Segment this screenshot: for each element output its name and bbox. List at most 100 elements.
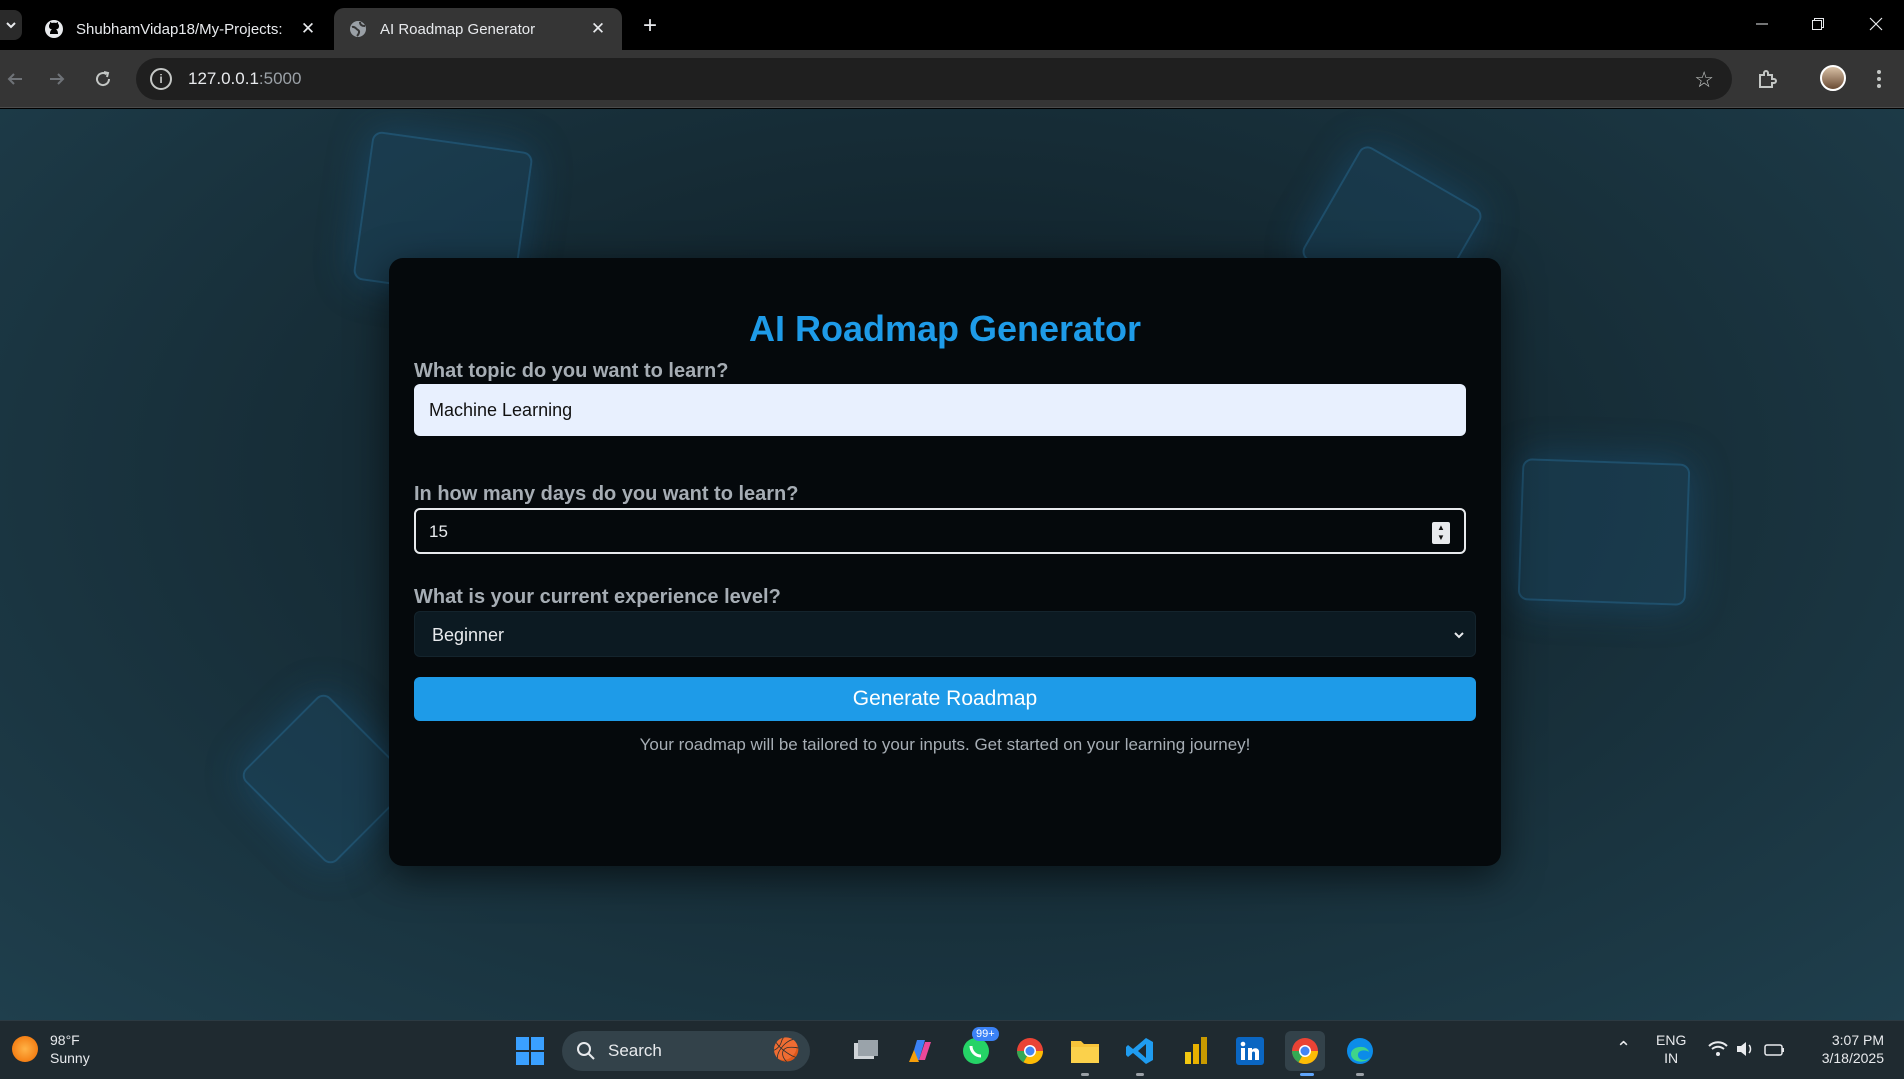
restore-button[interactable]: [1790, 0, 1846, 48]
address-bar[interactable]: i 127.0.0.1:5000 ☆: [136, 58, 1732, 100]
close-icon: [1869, 17, 1883, 31]
chrome-profile-app[interactable]: [1285, 1031, 1325, 1071]
close-icon[interactable]: ✕: [298, 19, 318, 39]
arrow-right-icon: [50, 73, 65, 85]
taskbar-search[interactable]: Search 🏀: [562, 1031, 810, 1071]
running-indicator: [1136, 1073, 1144, 1076]
browser-toolbar: i 127.0.0.1:5000 ☆: [0, 50, 1904, 108]
tab-strip: ShubhamVidap18/My-Projects: ✕ AI Roadmap…: [0, 0, 1904, 50]
task-view-icon: [854, 1040, 878, 1059]
new-tab-button[interactable]: +: [636, 12, 664, 40]
vscode-icon: [1126, 1038, 1153, 1064]
whatsapp-app[interactable]: 99+: [956, 1027, 999, 1071]
page-title: AI Roadmap Generator: [748, 308, 1142, 349]
copilot-icon: [909, 1040, 931, 1062]
number-stepper[interactable]: ▲ ▼: [1432, 522, 1450, 544]
clock[interactable]: 3:07 PM 3/18/2025: [1808, 1031, 1884, 1067]
linkedin-icon: [1236, 1037, 1264, 1065]
topic-input[interactable]: Machine Learning: [414, 384, 1466, 436]
reload-button[interactable]: [88, 64, 118, 94]
days-input[interactable]: 15 ▲ ▼: [414, 508, 1466, 554]
copilot-app[interactable]: [900, 1031, 940, 1071]
battery-icon: [1764, 1044, 1784, 1056]
puzzle-icon: [1759, 70, 1777, 88]
clock-time: 3:07 PM: [1831, 1032, 1884, 1048]
globe-icon: [350, 21, 366, 37]
powerbi-app[interactable]: [1176, 1031, 1216, 1071]
menu-button[interactable]: [1864, 64, 1894, 94]
volume-icon[interactable]: [1736, 1041, 1756, 1061]
generate-roadmap-button[interactable]: Generate Roadmap: [414, 677, 1476, 721]
bookmark-star-icon[interactable]: ☆: [1694, 67, 1714, 93]
search-highlight-icon: 🏀: [772, 1037, 800, 1062]
sun-icon: [12, 1036, 38, 1062]
weather-desc: Sunny: [50, 1050, 90, 1066]
arrow-left-icon: [7, 73, 22, 85]
page-viewport: AI Roadmap Generator What topic do you w…: [0, 109, 1904, 1020]
language-code: ENG: [1656, 1032, 1687, 1048]
running-indicator: [1356, 1073, 1364, 1076]
minimize-icon: [1756, 23, 1768, 25]
forward-button[interactable]: [42, 64, 72, 94]
speaker-icon: [1737, 1042, 1752, 1056]
stepper-up-icon[interactable]: ▲: [1437, 523, 1445, 533]
chevron-down-icon: [6, 22, 16, 29]
file-explorer-app[interactable]: [1065, 1031, 1105, 1071]
chrome-icon: [1016, 1038, 1044, 1065]
wifi-icon: [1708, 1041, 1728, 1056]
level-label: What is your current experience level?: [414, 586, 781, 608]
powerbi-icon: [1185, 1037, 1207, 1064]
vscode-app[interactable]: [1120, 1031, 1160, 1071]
days-label: In how many days do you want to learn?: [414, 483, 799, 505]
start-button[interactable]: [510, 1031, 550, 1071]
tab-title: AI Roadmap Generator: [380, 20, 536, 38]
helper-note: Your roadmap will be tailored to your in…: [639, 735, 1251, 754]
more-vert-icon: [1877, 70, 1881, 88]
wifi-icon[interactable]: [1708, 1041, 1728, 1061]
chevron-down-icon: [1454, 632, 1464, 639]
close-window-button[interactable]: [1848, 0, 1904, 48]
level-value: Beginner: [432, 625, 505, 645]
windows-logo-icon: [516, 1037, 544, 1065]
tab-ai-roadmap[interactable]: AI Roadmap Generator ✕: [334, 8, 622, 50]
clock-date: 3/18/2025: [1821, 1050, 1884, 1066]
restore-icon: [1812, 18, 1824, 30]
github-icon: [45, 20, 63, 38]
region-code: IN: [1664, 1050, 1679, 1066]
notification-badge: 99+: [972, 1027, 999, 1041]
running-indicator: [1081, 1073, 1089, 1076]
extensions-button[interactable]: [1752, 64, 1782, 94]
topic-label: What topic do you want to learn?: [414, 360, 729, 382]
minimize-button[interactable]: [1734, 0, 1790, 48]
tab-search-button[interactable]: [0, 10, 22, 40]
tab-github[interactable]: ShubhamVidap18/My-Projects: ✕: [30, 8, 332, 50]
chrome-app[interactable]: [1010, 1031, 1050, 1071]
language-indicator[interactable]: ENG IN: [1656, 1031, 1686, 1067]
task-view-button[interactable]: [846, 1031, 886, 1071]
edge-icon: [1347, 1038, 1373, 1064]
stepper-down-icon[interactable]: ▼: [1437, 533, 1445, 543]
windows-taskbar: 98°F Sunny Search 🏀 99+ ⌃ ENG IN 3:07 PM…: [0, 1020, 1904, 1079]
close-icon[interactable]: ✕: [588, 19, 608, 39]
profile-avatar[interactable]: [1820, 65, 1846, 91]
weather-widget[interactable]: 98°F Sunny: [12, 1031, 90, 1067]
linkedin-app[interactable]: [1230, 1031, 1270, 1071]
weather-temp: 98°F: [50, 1032, 80, 1048]
battery-icon[interactable]: [1764, 1041, 1786, 1061]
level-select[interactable]: Beginner: [414, 611, 1476, 657]
reload-icon: [96, 71, 111, 87]
active-indicator: [1300, 1073, 1314, 1076]
roadmap-form-card: AI Roadmap Generator What topic do you w…: [389, 258, 1501, 866]
back-button[interactable]: [0, 64, 30, 94]
edge-app[interactable]: [1340, 1031, 1380, 1071]
site-info-icon[interactable]: i: [150, 68, 172, 90]
search-icon: [577, 1042, 595, 1060]
chrome-icon: [1291, 1038, 1319, 1065]
url-text: 127.0.0.1:5000: [188, 69, 302, 88]
tab-title: ShubhamVidap18/My-Projects:: [76, 20, 283, 38]
search-label: Search: [608, 1041, 662, 1060]
folder-icon: [1071, 1041, 1099, 1063]
decorative-square: [1517, 458, 1691, 606]
show-hidden-icons-button[interactable]: ⌃: [1616, 1039, 1631, 1057]
days-value: 15: [429, 522, 448, 541]
